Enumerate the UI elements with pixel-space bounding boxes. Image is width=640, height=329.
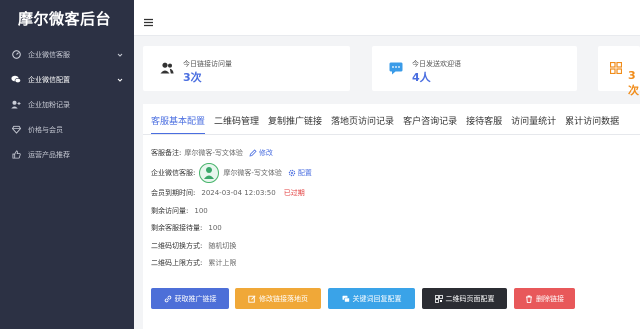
- diamond-icon: [11, 125, 21, 135]
- link-icon: [164, 295, 171, 302]
- button-label: 二维码页面配置: [445, 294, 495, 303]
- keyword-reply-button[interactable]: 关键词回复配置: [328, 288, 415, 309]
- stat-value: 4人: [412, 71, 431, 84]
- tab-copy-link[interactable]: 复制推广链接: [268, 114, 322, 135]
- sidebar-item-wecom-config[interactable]: 企业微信配置: [0, 67, 134, 92]
- sidebar-item-label: 企业微信配置: [28, 75, 70, 84]
- add-user-icon: [11, 100, 21, 110]
- tab-consult-records[interactable]: 客户咨询记录: [403, 114, 457, 135]
- qrcode-page-config-button[interactable]: 二维码页面配置: [422, 288, 507, 309]
- reception-left-row: 剩余客服接待量: 100: [151, 223, 222, 233]
- trash-icon: [526, 295, 532, 303]
- button-label: 获取推广链接: [174, 294, 217, 303]
- edit-icon: [248, 294, 256, 303]
- reception-left-value: 100: [208, 224, 222, 232]
- reception-left-label: 剩余客服接待量:: [151, 224, 203, 232]
- button-label: 删除链接: [536, 294, 564, 303]
- visits-left-label: 剩余访问量:: [151, 207, 189, 215]
- message-icon: [388, 60, 404, 76]
- wechat-value: 摩尔微客-写文体验: [223, 169, 282, 177]
- edit-remark-link[interactable]: 修改: [249, 148, 273, 158]
- switch-mode-value: 随机切换: [208, 242, 237, 250]
- remark-row: 客服备注: 摩尔微客-写文体验 修改: [151, 148, 273, 158]
- tab-basic-config[interactable]: 客服基本配置: [151, 114, 206, 135]
- stat-label: 今日发送欢迎语: [412, 60, 461, 68]
- brand-title: 摩尔微客后台: [18, 9, 112, 28]
- config-link-label: 配置: [297, 169, 312, 177]
- grid-icon: [608, 60, 624, 76]
- stat-card-greetings: 今日发送欢迎语 4人: [372, 46, 577, 91]
- remark-value: 摩尔微客-写文体验: [184, 149, 243, 157]
- sidebar-nav: 企业微信客服 企业微信配置 企业加粉记录 价格与会员 运营产品推荐: [0, 42, 134, 167]
- chevron-down-icon: [116, 76, 124, 84]
- sidebar-item-label: 运营产品推荐: [28, 150, 70, 159]
- button-label: 关键词回复配置: [352, 294, 402, 303]
- stat-value: 3次: [628, 69, 639, 97]
- tab-divider: [143, 134, 640, 135]
- chevron-down-icon: [116, 51, 124, 59]
- expiry-label: 会员到期时间:: [151, 189, 196, 197]
- gear-icon: [288, 169, 296, 177]
- tab-bar: 客服基本配置 二维码管理 复制推广链接 落地页访问记录 客户咨询记录 接待客服 …: [151, 114, 619, 135]
- config-link[interactable]: 配置: [288, 168, 312, 178]
- detail-panel: 客服基本配置 二维码管理 复制推广链接 落地页访问记录 客户咨询记录 接待客服 …: [143, 104, 640, 329]
- stat-value: 3次: [183, 71, 202, 84]
- limit-mode-value: 累计上限: [208, 259, 237, 267]
- limit-mode-row: 二维码上限方式: 累计上限: [151, 258, 236, 268]
- expiry-value: 2024-03-04 12:03:50: [201, 189, 276, 197]
- users-icon: [159, 60, 175, 76]
- wechat-row: 企业微信客服: 摩尔微客-写文体验 配置: [151, 163, 312, 183]
- chat-icon: [11, 75, 21, 85]
- stat-card-third: 3次: [598, 46, 640, 97]
- switch-mode-row: 二维码切换方式: 随机切换: [151, 241, 236, 251]
- thumbs-up-icon: [11, 150, 21, 160]
- menu-toggle-icon[interactable]: [144, 12, 154, 27]
- tab-landing-visits[interactable]: 落地页访问记录: [331, 114, 394, 135]
- expiry-row: 会员到期时间: 2024-03-04 12:03:50 已过期: [151, 188, 305, 198]
- sidebar-item-label: 企业加粉记录: [28, 100, 70, 109]
- switch-mode-label: 二维码切换方式:: [151, 242, 203, 250]
- get-promo-link-button[interactable]: 获取推广链接: [151, 288, 229, 309]
- gauge-icon: [11, 50, 21, 60]
- sidebar-item-label: 价格与会员: [28, 125, 63, 134]
- limit-mode-label: 二维码上限方式:: [151, 259, 203, 267]
- reply-icon: [342, 295, 350, 302]
- top-header: [134, 0, 640, 36]
- tab-qrcode[interactable]: 二维码管理: [214, 114, 259, 135]
- avatar: [199, 163, 220, 183]
- tab-cumulative[interactable]: 累计访问数据: [565, 114, 619, 135]
- expired-badge: 已过期: [283, 189, 305, 197]
- button-label: 修改链接落地页: [259, 294, 308, 303]
- wechat-label: 企业微信客服:: [151, 169, 196, 177]
- stat-label: 今日链接访问量: [183, 60, 232, 68]
- qrcode-icon: [434, 294, 443, 303]
- stat-card-visits: 今日链接访问量 3次: [143, 46, 350, 91]
- tab-visit-stats[interactable]: 访问量统计: [511, 114, 556, 135]
- sidebar-item-products[interactable]: 运营产品推荐: [0, 142, 134, 167]
- sidebar-item-pricing[interactable]: 价格与会员: [0, 117, 134, 142]
- edit-icon: [249, 149, 257, 157]
- sidebar-item-wecom-service[interactable]: 企业微信客服: [0, 42, 134, 67]
- remark-label: 客服备注:: [151, 149, 182, 157]
- tab-reception[interactable]: 接待客服: [466, 114, 502, 135]
- visits-left-value: 100: [194, 207, 208, 215]
- edit-landing-page-button[interactable]: 修改链接落地页: [235, 288, 321, 309]
- sidebar-item-label: 企业微信客服: [28, 50, 70, 59]
- sidebar-item-fan-records[interactable]: 企业加粉记录: [0, 92, 134, 117]
- delete-link-button[interactable]: 删除链接: [514, 288, 575, 309]
- edit-link-label: 修改: [258, 149, 273, 157]
- visits-left-row: 剩余访问量: 100: [151, 206, 208, 216]
- sidebar: 摩尔微客后台 企业微信客服 企业微信配置 企业加粉记录 价格与会员 运营产品推荐: [0, 0, 134, 329]
